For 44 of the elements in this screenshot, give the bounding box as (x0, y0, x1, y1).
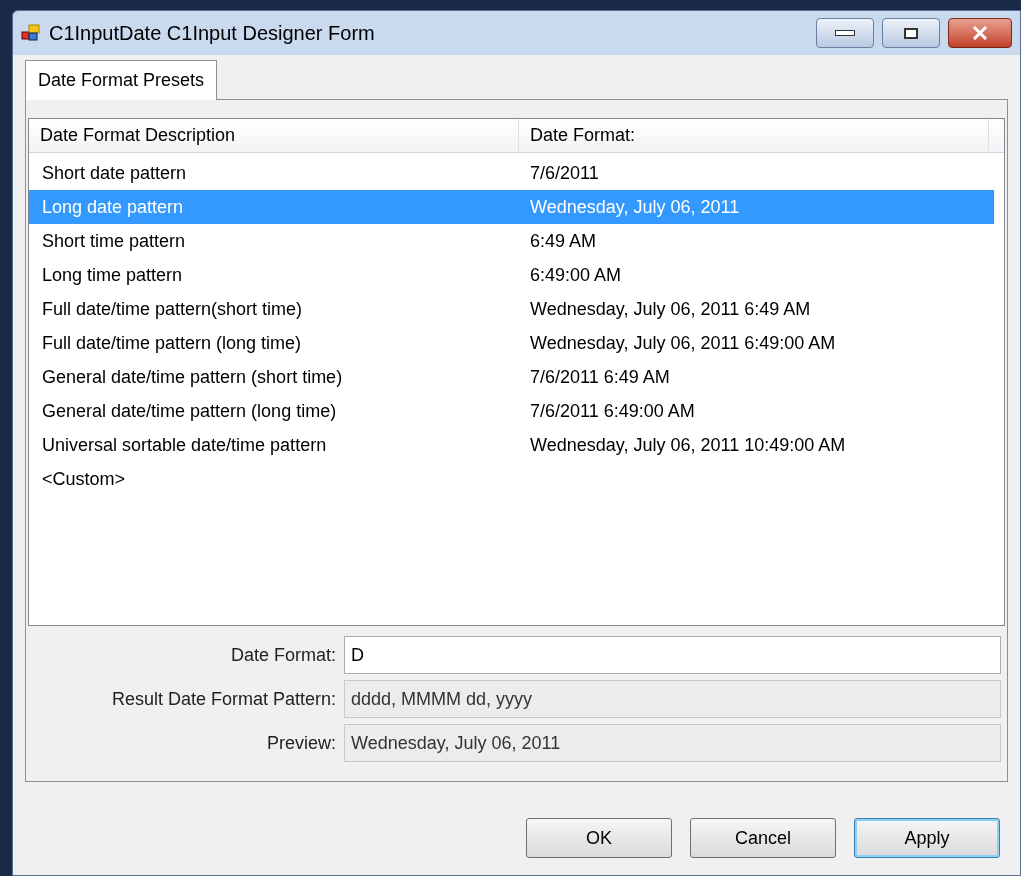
column-header[interactable]: Date Format: (519, 119, 989, 152)
field-label: Preview: (265, 731, 336, 755)
dialog-button[interactable]: Apply (854, 818, 1000, 858)
list-row[interactable]: Short time pattern 6:49 AM (29, 224, 994, 258)
row-description: Short time pattern (41, 229, 187, 253)
column-header[interactable]: Date Format Description (29, 119, 519, 152)
list-row[interactable]: Universal sortable date/time pattern Wednesday, July 06, 2011 10:49:00 AM (29, 428, 994, 462)
row-description: Full date/time pattern(short time) (41, 297, 304, 321)
app-icon (21, 23, 41, 43)
list-row[interactable]: General date/time pattern (long time) 7/6/2011 6:49:00 AM (29, 394, 994, 428)
row-format: 7/6/2011 (529, 161, 600, 185)
list-row[interactable]: General date/time pattern (short time) 7/6/2011 6:49 AM (29, 360, 994, 394)
close-button[interactable] (948, 18, 1012, 48)
row-format: 7/6/2011 6:49:00 AM (529, 399, 696, 423)
row-description: <Custom> (41, 467, 127, 491)
list-row[interactable]: Full date/time pattern(short time) Wednesday, July 06, 2011 6:49 AM (29, 292, 994, 326)
maximize-button[interactable] (882, 18, 940, 48)
row-format: 6:49:00 AM (529, 263, 623, 287)
list-row[interactable]: Short date pattern 7/6/2011 (29, 156, 994, 190)
row-description: Short date pattern (41, 161, 188, 185)
row-description: General date/time pattern (short time) (41, 365, 344, 389)
dialog-button[interactable]: Cancel (690, 818, 836, 858)
row-description: Long time pattern (41, 263, 184, 287)
row-description: Full date/time pattern (long time) (41, 331, 303, 355)
row-description: Universal sortable date/time pattern (41, 433, 328, 457)
tab[interactable]: Date Format Presets (25, 60, 218, 100)
row-format: Wednesday, July 06, 2011 6:49 AM (529, 297, 812, 321)
row-format: Wednesday, July 06, 2011 10:49:00 AM (529, 433, 847, 457)
list-row[interactable]: Long time pattern 6:49:00 AM (29, 258, 994, 292)
window-title: C1InputDate C1Input Designer Form (49, 21, 376, 46)
field-label: Date Format: (229, 643, 336, 667)
input-field[interactable]: D (344, 636, 1001, 674)
row-format: 7/6/2011 6:49 AM (529, 365, 671, 389)
row-description: General date/time pattern (long time) (41, 399, 338, 423)
dialog-button[interactable]: OK (526, 818, 672, 858)
row-description: Long date pattern (41, 195, 185, 219)
row-format: Wednesday, July 06, 2011 6:49:00 AM (529, 331, 837, 355)
close-icon (972, 26, 988, 40)
field-label: Result Date Format Pattern: (110, 687, 336, 711)
row-format: Wednesday, July 06, 2011 (529, 195, 741, 219)
list-row[interactable]: Full date/time pattern (long time) Wednesday, July 06, 2011 6:49:00 AM (29, 326, 994, 360)
row-format: 6:49 AM (529, 229, 598, 253)
minimize-button[interactable] (816, 18, 874, 48)
list-row[interactable]: <Custom> (29, 462, 994, 496)
